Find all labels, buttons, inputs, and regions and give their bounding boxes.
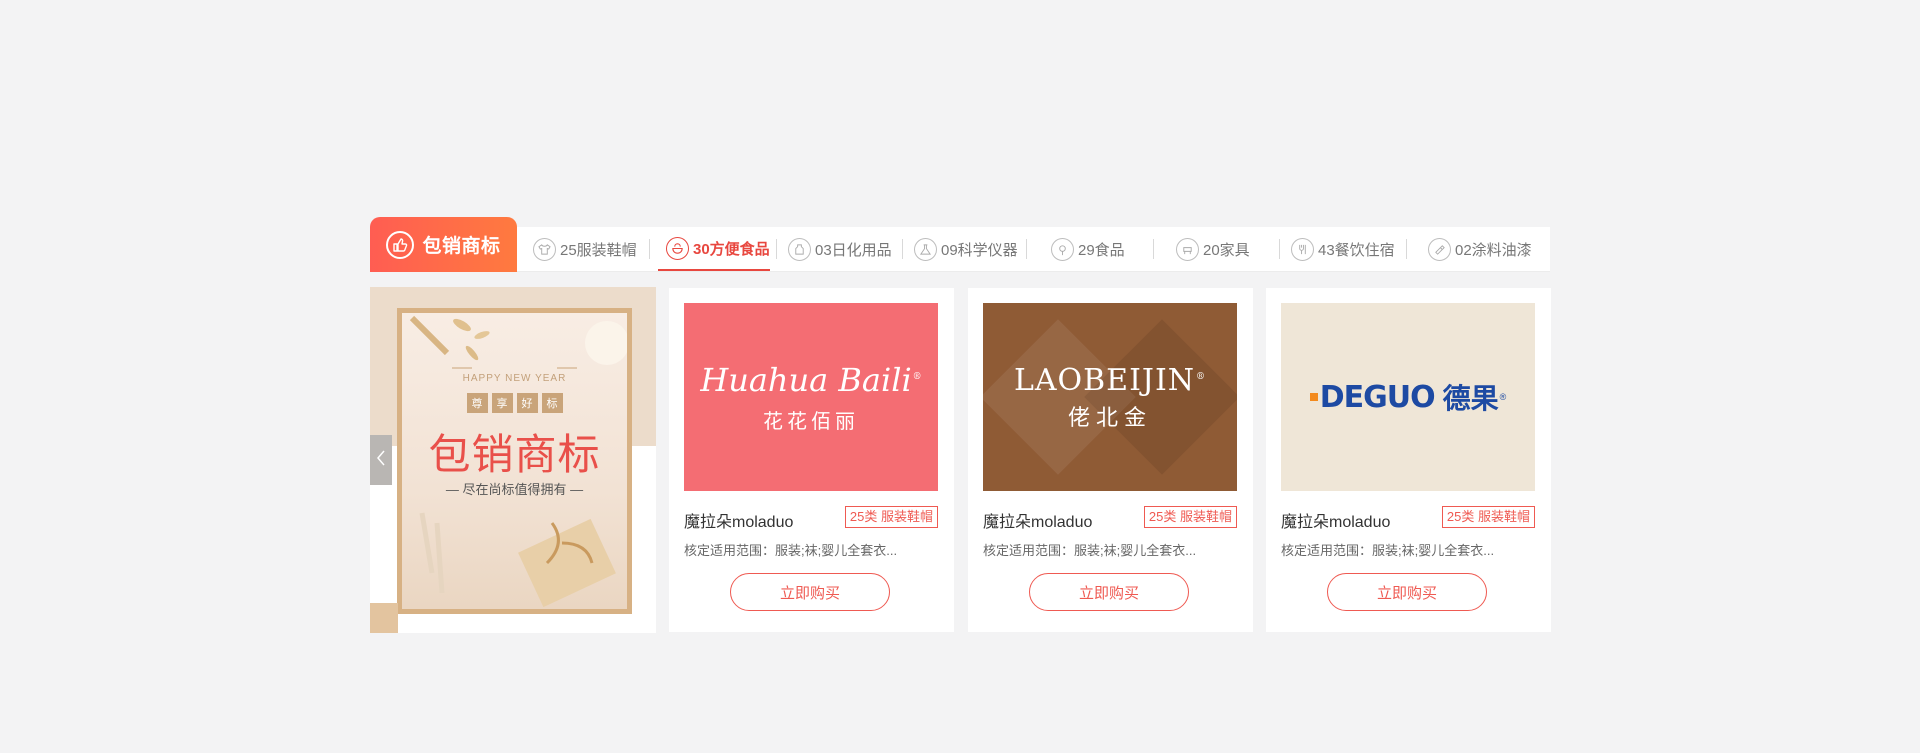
tab-divider	[649, 239, 650, 259]
section-title: 包销商标	[422, 236, 501, 257]
category-tag: 25类 服装鞋帽	[1441, 506, 1535, 528]
poster-chip: 标	[541, 393, 563, 413]
brand-logo-huahua-baili[interactable]: Huahua Baili® 花花佰丽	[684, 303, 938, 491]
brand-name-cn: 花花佰丽	[763, 410, 859, 433]
tab-20-furniture[interactable]: 20家具	[1176, 227, 1250, 271]
tab-label: 09科学仪器	[941, 241, 1018, 259]
trademark-name[interactable]: 魔拉朵moladuo	[983, 508, 1092, 532]
poster-tagline-en: HAPPY NEW YEAR	[462, 373, 567, 384]
thumbs-up-icon	[386, 230, 415, 259]
brand-name-cn: 佬北金	[1067, 404, 1152, 430]
featured-trademark-section: 包销商标 25服装鞋帽 30方便食品 03日化用品 09科学仪器 29食品 20…	[370, 217, 1551, 633]
buy-now-button[interactable]: 立即购买	[730, 573, 890, 611]
tab-divider	[1026, 239, 1027, 259]
tab-label: 30方便食品	[693, 240, 770, 258]
tab-09-scientific-instruments[interactable]: 09科学仪器	[914, 227, 1018, 271]
tab-label: 25服装鞋帽	[560, 241, 637, 259]
tab-label: 20家具	[1203, 241, 1250, 259]
product-card[interactable]: DEGUO 德果 ® 魔拉朵moladuo 25类 服装鞋帽 核定适用范围：服装…	[1266, 288, 1551, 632]
trademark-name[interactable]: 魔拉朵moladuo	[1281, 508, 1390, 532]
poster-title: 包销商标	[428, 431, 601, 478]
trademark-name[interactable]: 魔拉朵moladuo	[684, 508, 793, 532]
buy-now-button[interactable]: 立即购买	[1029, 573, 1189, 611]
logo-orange-mark	[1309, 393, 1318, 401]
tab-29-food[interactable]: 29食品	[1051, 227, 1125, 271]
product-card[interactable]: LAOBEIJIN® 佬北金 魔拉朵moladuo 25类 服装鞋帽 核定适用范…	[968, 288, 1253, 632]
tab-divider	[1279, 239, 1280, 259]
carousel-prev-button[interactable]	[370, 435, 392, 485]
tab-divider	[1406, 239, 1407, 259]
food-icon	[1051, 237, 1074, 261]
furniture-icon	[1176, 237, 1199, 261]
poster-chips: 尊享好标	[402, 393, 627, 413]
tab-divider	[1153, 239, 1154, 259]
banner-poster: HAPPY NEW YEAR 尊享好标 包销商标 — 尽在尚标值得拥有 —	[397, 308, 632, 614]
poster-artwork: HAPPY NEW YEAR 尊享好标 包销商标 — 尽在尚标值得拥有 —	[402, 313, 627, 609]
brand-wordmark: Huahua Baili®	[700, 360, 922, 399]
scope-text: 核定适用范围：服装;袜;婴儿全套衣...	[684, 543, 898, 558]
bottle-icon	[788, 237, 811, 261]
category-tag: 25类 服装鞋帽	[1143, 506, 1237, 528]
tab-25-clothing[interactable]: 25服装鞋帽	[533, 227, 637, 271]
promo-banner[interactable]: HAPPY NEW YEAR 尊享好标 包销商标 — 尽在尚标值得拥有 —	[370, 287, 656, 633]
brand-logo-laobeijin[interactable]: LAOBEIJIN® 佬北金	[983, 303, 1237, 491]
scope-text: 核定适用范围：服装;袜;婴儿全套衣...	[1281, 543, 1495, 558]
tab-label: 03日化用品	[815, 241, 892, 259]
category-tab-bar: 包销商标 25服装鞋帽 30方便食品 03日化用品 09科学仪器 29食品 20…	[370, 217, 1550, 272]
poster-chip: 享	[491, 393, 513, 413]
tab-30-convenience-food[interactable]: 30方便食品	[658, 227, 770, 271]
banner-corner-accent	[370, 603, 398, 633]
poster-chip: 尊	[466, 393, 488, 413]
poster-chip: 好	[516, 393, 538, 413]
section-badge: 包销商标	[370, 217, 517, 272]
flask-icon	[914, 237, 937, 261]
tab-03-daily-chemicals[interactable]: 03日化用品	[788, 227, 892, 271]
tab-label: 43餐饮住宿	[1318, 241, 1395, 259]
paint-icon	[1428, 237, 1451, 261]
tab-divider	[776, 239, 777, 259]
tab-02-paints[interactable]: 02涂料油漆	[1428, 227, 1532, 271]
scope-text: 核定适用范围：服装;袜;婴儿全套衣...	[983, 543, 1197, 558]
fork-icon	[1291, 237, 1314, 261]
tab-label: 29食品	[1078, 241, 1125, 259]
buy-now-button[interactable]: 立即购买	[1327, 573, 1487, 611]
category-tag: 25类 服装鞋帽	[844, 506, 938, 528]
food-bowl-icon	[666, 236, 689, 260]
tab-divider	[902, 239, 903, 259]
brand-wordmark: LAOBEIJIN®	[1013, 362, 1207, 398]
brand-wordmark: DEGUO 德果 ®	[1309, 377, 1506, 417]
chevron-left-icon	[376, 449, 386, 472]
brand-logo-deguo[interactable]: DEGUO 德果 ®	[1281, 303, 1535, 491]
tab-43-catering-lodging[interactable]: 43餐饮住宿	[1291, 227, 1395, 271]
product-card[interactable]: Huahua Baili® 花花佰丽 魔拉朵moladuo 25类 服装鞋帽 核…	[669, 288, 954, 632]
shirt-icon	[533, 237, 556, 261]
tab-label: 02涂料油漆	[1455, 241, 1532, 259]
poster-subtitle: — 尽在尚标值得拥有 —	[445, 482, 584, 497]
